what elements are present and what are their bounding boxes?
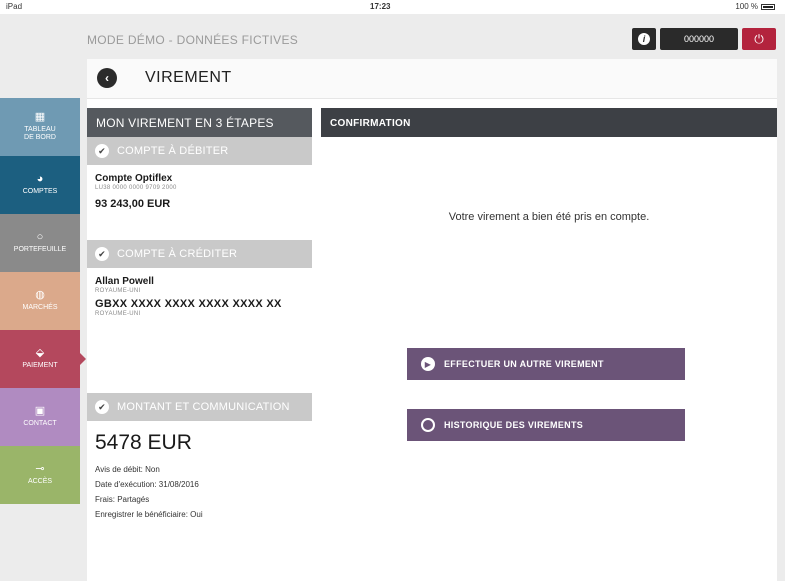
execution-date: Date d'exécution: 31/08/2016 (95, 480, 199, 489)
device-label: iPad (6, 2, 23, 11)
debit-account-balance: 93 243,00 EUR (95, 198, 171, 210)
clock-icon (421, 418, 435, 432)
sidebar-item-label: PORTEFEUILLE (13, 246, 67, 253)
amount-section-header: ✔ MONTANT ET COMMUNICATION (87, 393, 312, 421)
debit-account-block: Compte Optiflex LU38 0000 0000 9709 2000… (87, 165, 312, 240)
grid-icon: ▦ (34, 111, 46, 123)
globe-icon: ◍ (35, 289, 45, 301)
power-icon: ⏻ (754, 31, 764, 46)
account-number[interactable]: 000000 (660, 28, 738, 50)
confirmation-message: Votre virement a bien été pris en compte… (448, 211, 650, 223)
sidebar-item-dashboard[interactable]: ▦ TABLEAU DE BORD (0, 98, 80, 156)
transfer-amount: 5478 EUR (95, 431, 192, 454)
beneficiary-iban: GBXX XXXX XXXX XXXX XXXX XX (95, 298, 282, 310)
new-transfer-label: EFFECTUER UN AUTRE VIREMENT (444, 359, 604, 369)
iban-country: ROYAUME-UNI (95, 311, 141, 317)
sidebar-item-label: CONTACT (23, 420, 57, 427)
demo-mode-label: MODE DÉMO - DONNÉES FICTIVES (87, 33, 299, 47)
transfer-history-label: HISTORIQUE DES VIREMENTS (444, 420, 584, 430)
battery-icon (761, 3, 775, 10)
sidebar-item-label: MARCHÉS (22, 304, 58, 311)
debit-section-label: COMPTE À DÉBITER (117, 145, 229, 157)
fees: Frais: Partagés (95, 495, 150, 504)
debit-account-iban: LU38 0000 0000 9709 2000 (95, 185, 177, 191)
status-bar: iPad 17:23 100 % (0, 0, 785, 14)
beneficiary-name: Allan Powell (95, 276, 154, 287)
battery-percent: 100 % (735, 2, 758, 11)
phone-icon: ▣ (34, 405, 46, 417)
sidebar-item-portfolio[interactable]: ○ PORTEFEUILLE (0, 214, 80, 272)
sidebar-item-label: ACCÈS (27, 478, 53, 485)
credit-section-label: COMPTE À CRÉDITER (117, 248, 238, 260)
info-button[interactable]: i (632, 28, 656, 50)
debit-section-header: ✔ COMPTE À DÉBITER (87, 137, 312, 165)
save-beneficiary: Enregistrer le bénéficiaire: Oui (95, 510, 203, 519)
sidebar-item-accounts[interactable]: ◕ COMPTES (0, 156, 80, 214)
steps-title: MON VIREMENT EN 3 ÉTAPES (87, 108, 312, 137)
sidebar-item-access[interactable]: ⊸ ACCÈS (0, 446, 80, 504)
beneficiary-country: ROYAUME-UNI (95, 288, 141, 294)
amount-block: 5478 EUR Avis de débit: Non Date d'exécu… (87, 421, 312, 530)
confirmation-panel: CONFIRMATION Votre virement a bien été p… (321, 108, 777, 581)
play-icon: ▶ (421, 357, 435, 371)
sidebar-item-markets[interactable]: ◍ MARCHÉS (0, 272, 80, 330)
transfer-steps-panel: MON VIREMENT EN 3 ÉTAPES ✔ COMPTE À DÉBI… (87, 108, 312, 581)
check-icon: ✔ (95, 247, 109, 261)
new-transfer-button[interactable]: ▶ EFFECTUER UN AUTRE VIREMENT (407, 348, 685, 380)
check-icon: ✔ (95, 144, 109, 158)
right-edge (777, 14, 785, 581)
logout-button[interactable]: ⏻ (742, 28, 776, 50)
credit-section-header: ✔ COMPTE À CRÉDITER (87, 240, 312, 268)
ring-icon: ○ (36, 231, 44, 243)
sidebar-item-label: COMPTES (22, 188, 58, 195)
debit-account-name: Compte Optiflex (95, 173, 173, 184)
key-icon: ⊸ (35, 463, 45, 475)
confirmation-title: CONFIRMATION (321, 108, 777, 137)
pie-chart-icon: ◕ (36, 173, 44, 185)
sidebar-item-label: DE BORD (24, 134, 56, 141)
chevron-left-icon: ‹ (105, 71, 109, 85)
sidebar-item-label: TABLEAU (24, 126, 56, 133)
transfer-history-button[interactable]: HISTORIQUE DES VIREMENTS (407, 409, 685, 441)
check-icon: ✔ (95, 400, 109, 414)
page-title: VIREMENT (145, 69, 232, 86)
credit-account-block: Allan Powell ROYAUME-UNI GBXX XXXX XXXX … (87, 268, 312, 393)
debit-notice: Avis de débit: Non (95, 465, 160, 474)
title-bar: ‹ VIREMENT (87, 59, 777, 99)
payment-icon: ⬙ (35, 347, 45, 359)
info-icon: i (638, 33, 650, 45)
clock: 17:23 (370, 2, 391, 11)
sidebar-item-payment[interactable]: ⬙ PAIEMENT (0, 330, 86, 388)
amount-section-label: MONTANT ET COMMUNICATION (117, 401, 290, 413)
top-header: MODE DÉMO - DONNÉES FICTIVES i 000000 ⏻ (87, 14, 777, 59)
sidebar-item-contact[interactable]: ▣ CONTACT (0, 388, 80, 446)
sidebar: ▦ TABLEAU DE BORD ◕ COMPTES ○ PORTEFEUIL… (0, 98, 86, 504)
sidebar-item-label: PAIEMENT (22, 362, 58, 369)
back-button[interactable]: ‹ (97, 68, 117, 88)
